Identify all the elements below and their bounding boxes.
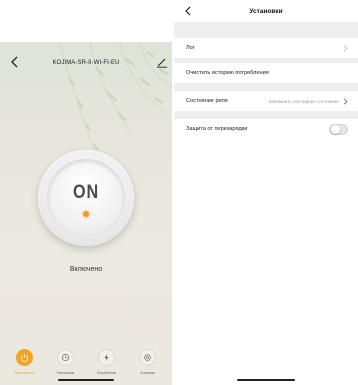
settings-row-log[interactable]: Лог <box>174 38 358 58</box>
tab-label: Потребление <box>96 371 117 375</box>
switch-status-text: Включено <box>69 266 103 273</box>
relay-state-value: Запомнить последнее состояние <box>268 98 339 104</box>
switch-indicator-dot <box>83 211 89 217</box>
device-title: KOJIMA-SR-II-WI-FI-EU <box>52 60 120 66</box>
tab-consumption[interactable]: Потребление <box>89 349 125 375</box>
row-label: Состояние реле <box>186 98 228 104</box>
switch-state-label: ON <box>73 182 99 203</box>
settings-row-overcharge: Защита от перезарядки <box>174 119 358 139</box>
device-control-screen: KOJIMA-SR-II-WI-FI-EU ON Включено Выключ… <box>0 0 172 385</box>
home-indicator <box>237 379 295 381</box>
overcharge-protection-toggle[interactable] <box>329 123 348 135</box>
edit-pencil-icon[interactable] <box>156 56 168 68</box>
row-trailing <box>329 119 348 139</box>
tab-label: Выключатель <box>14 371 35 375</box>
tab-schedule[interactable]: Расписание <box>48 349 84 375</box>
settings-group: Защита от перезарядки <box>174 119 358 385</box>
settings-screen: Установки Лог Очистить историю потреблен… <box>174 0 358 385</box>
settings-group: Состояние реле Запомнить последнее состо… <box>174 91 358 111</box>
back-chevron-icon[interactable] <box>184 6 192 16</box>
home-indicator <box>58 379 114 381</box>
clock-icon <box>57 349 74 366</box>
settings-row-clear-history[interactable]: Очистить историю потребления <box>174 63 358 83</box>
settings-header: Установки <box>174 0 358 22</box>
row-label: Защита от перезарядки <box>186 126 248 132</box>
row-trailing <box>343 38 348 58</box>
tab-switch[interactable]: Выключатель <box>7 349 43 375</box>
settings-group: Лог <box>174 38 358 58</box>
tab-label: Расписание <box>56 371 75 375</box>
switch-face: ON <box>47 159 125 237</box>
tab-settings[interactable]: Установки <box>130 349 166 375</box>
toggle-knob <box>330 124 340 135</box>
page-title: Установки <box>249 7 283 15</box>
tab-label: Установки <box>139 371 155 375</box>
chevron-right-icon <box>343 44 348 52</box>
chevron-right-icon <box>343 97 348 105</box>
lightning-icon <box>98 349 115 366</box>
row-trailing: Запомнить последнее состояние <box>269 91 348 111</box>
settings-group: Очистить историю потребления <box>174 63 358 83</box>
settings-row-relay-state[interactable]: Состояние реле Запомнить последнее состо… <box>174 91 358 111</box>
row-label: Очистить историю потребления <box>186 70 269 76</box>
power-icon <box>16 349 33 366</box>
power-switch-button[interactable]: ON <box>38 150 134 246</box>
device-header: KOJIMA-SR-II-WI-FI-EU <box>0 54 172 72</box>
row-label: Лог <box>186 45 195 51</box>
settings-icon <box>139 349 156 366</box>
